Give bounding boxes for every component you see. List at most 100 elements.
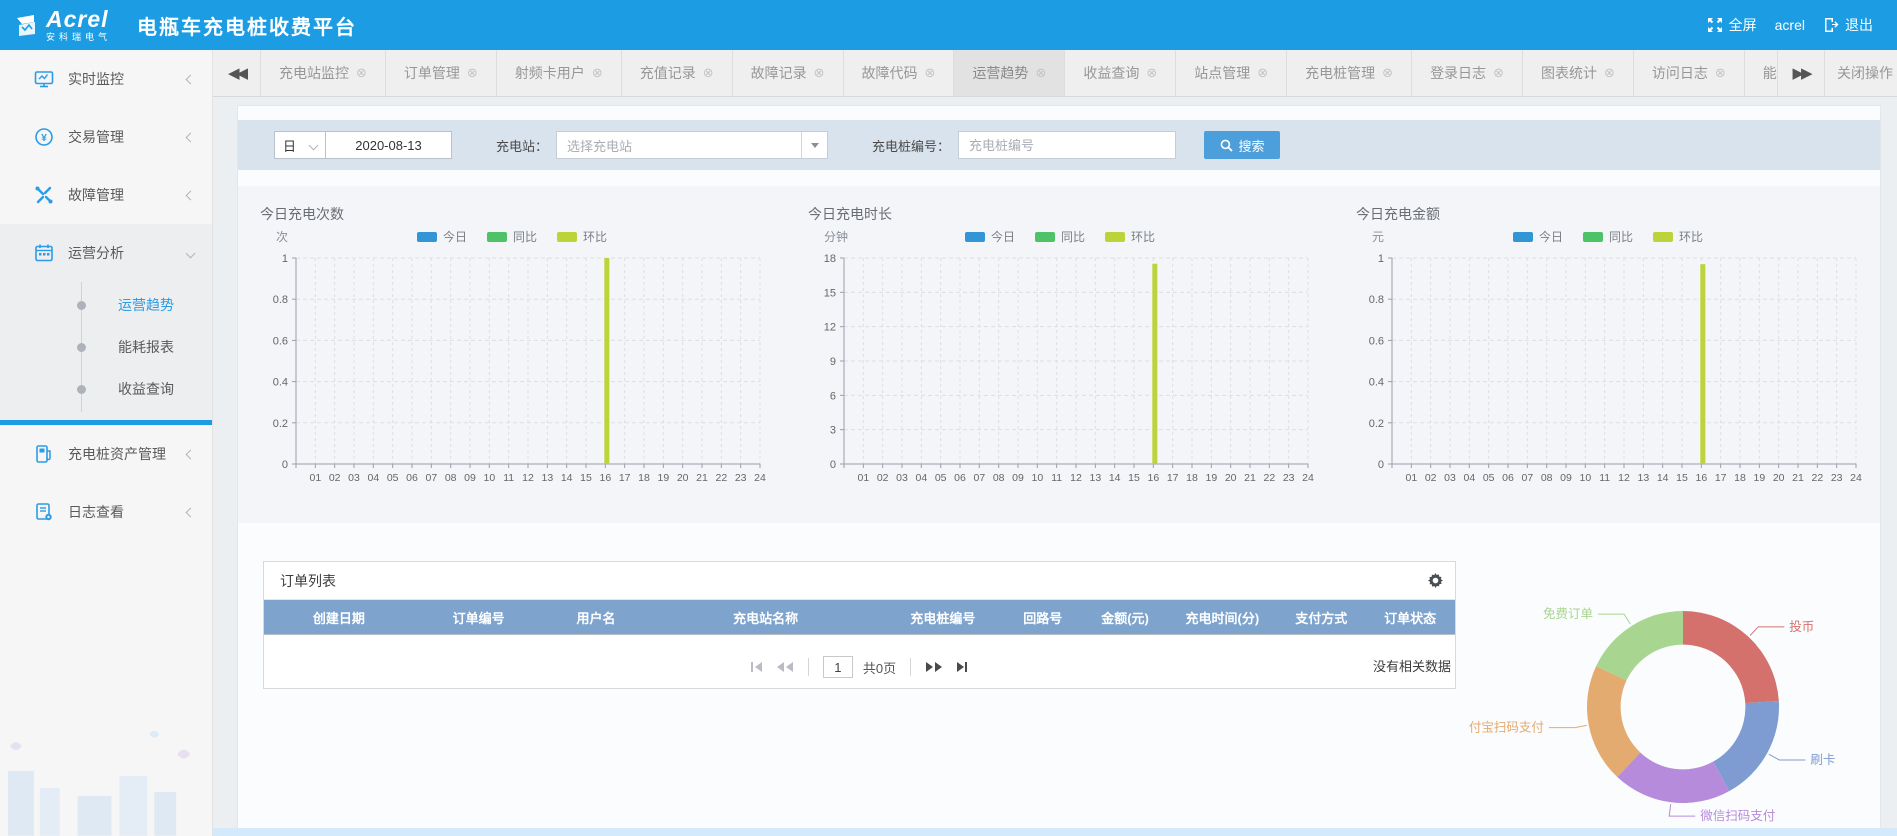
sidebar-item-交易管理[interactable]: ¥交易管理 [0,108,212,166]
period-select[interactable]: 日 [274,131,326,159]
tab-close-icon[interactable]: ⊗ [814,65,825,81]
tab-故障记录[interactable]: 故障记录 ⊗ [733,50,844,96]
sidebar-item-label: 故障管理 [68,185,124,205]
legend-item-今日[interactable]: 今日 [417,228,467,245]
sidebar-subitem-能耗报表[interactable]: 能耗报表 [0,326,212,368]
monitor-icon [34,69,54,89]
legend-swatch-icon [1583,232,1603,242]
tab-登录日志[interactable]: 登录日志 ⊗ [1412,50,1523,96]
tab-label: 故障记录 [751,63,807,83]
tab-close-icon[interactable]: ⊗ [1715,65,1726,81]
column-header-支付方式[interactable]: 支付方式 [1277,608,1365,627]
tab-label: 登录日志 [1430,63,1486,83]
sidebar-item-充电桩资产管理[interactable]: 充电桩资产管理 [0,425,212,483]
svg-text:03: 03 [348,472,360,484]
next-page-icon [925,661,943,673]
y-axis-unit: 次 [276,228,288,245]
svg-text:0.4: 0.4 [1369,377,1384,389]
column-header-创建日期[interactable]: 创建日期 [264,608,414,627]
tab-close-icon[interactable]: ⊗ [1493,65,1504,81]
tab-close-icon[interactable]: ⊗ [1257,65,1268,81]
sidebar-subitem-运营趋势[interactable]: 运营趋势 [0,284,212,326]
close-operations-menu[interactable]: 关闭操作 [1825,50,1897,96]
fullscreen-button[interactable]: 全屏 [1707,15,1757,35]
tab-close-icon[interactable]: ⊗ [1146,65,1157,81]
sidebar-submenu: 运营趋势能耗报表收益查询 [0,282,212,420]
tab-close-icon[interactable]: ⊗ [1604,65,1615,81]
tab-充值记录[interactable]: 充值记录⊗ [622,50,733,96]
svg-text:16: 16 [1147,472,1159,484]
legend-item-今日[interactable]: 今日 [1513,228,1563,245]
sidebar-item-运营分析[interactable]: 运营分析 [0,224,212,282]
date-input[interactable] [326,131,452,159]
tab-close-icon[interactable]: ⊗ [1382,65,1393,81]
next-page-button[interactable] [925,661,943,673]
tab-close-icon[interactable]: ⊗ [592,65,603,81]
legend-item-环比[interactable]: 环比 [1653,228,1703,245]
tab-close-icon[interactable]: ⊗ [703,65,714,81]
username-menu[interactable]: acrel [1775,17,1805,33]
station-placeholder: 选择充电站 [557,136,801,155]
filter-bar: 日 充电站： 选择充电站 充电桩编号： [238,120,1880,170]
tab-close-icon[interactable]: ⊗ [1035,65,1046,81]
tab-运营趋势[interactable]: 运营趋势⊗ [954,50,1065,96]
legend-item-环比[interactable]: 环比 [557,228,607,245]
select-arrow-zone[interactable] [801,132,827,158]
legend-item-同比[interactable]: 同比 [487,228,537,245]
order-list-panel: 订单列表 创建日期订单编号用户名充电站名称充电桩编号回路号金额(元)充电时间(分… [263,561,1456,689]
sidebar-item-实时监控[interactable]: 实时监控 [0,50,212,108]
svg-text:24: 24 [1850,472,1862,484]
tab-故障代码[interactable]: 故障代码⊗ [844,50,955,96]
column-header-用户名[interactable]: 用户名 [544,608,649,627]
tab-label: 订单管理 [404,63,460,83]
last-page-button[interactable] [953,661,969,673]
table-settings-button[interactable] [1428,573,1443,588]
search-button[interactable]: 搜索 [1204,131,1280,159]
svg-text:03: 03 [1444,472,1456,484]
sidebar-section: ¥交易管理 [0,108,212,166]
tab-站点管理[interactable]: 站点管理⊗ [1176,50,1287,96]
chart-title: 今日充电金额 [1334,196,1882,224]
tab-访问日志[interactable]: 访问日志⊗ [1634,50,1745,96]
column-header-回路号[interactable]: 回路号 [1003,608,1083,627]
station-select[interactable]: 选择充电站 [556,131,828,159]
tab-充电站监控[interactable]: 充电站监控⊗ [261,50,386,96]
svg-text:02: 02 [877,472,889,484]
tab-订单管理[interactable]: 订单管理 ⊗ [386,50,497,96]
bottom-scroll-strip[interactable] [213,828,1897,836]
tabs-scroll-right-button[interactable]: ▶▶ [1777,50,1825,96]
column-header-订单编号[interactable]: 订单编号 [414,608,544,627]
sidebar-subitem-收益查询[interactable]: 收益查询 [0,368,212,410]
tab-能耗报表[interactable]: 能耗报表⊗ [1745,50,1777,96]
tabs-scroll-left-button[interactable]: ◀◀ [213,50,261,96]
tab-图表统计[interactable]: 图表统计⊗ [1523,50,1634,96]
column-header-充电时间(分)[interactable]: 充电时间(分) [1167,608,1277,627]
prev-page-button[interactable] [776,661,794,673]
column-header-订单状态[interactable]: 订单状态 [1365,608,1455,627]
tab-收益查询[interactable]: 收益查询⊗ [1065,50,1176,96]
sidebar-menu: 实时监控¥交易管理故障管理运营分析运营趋势能耗报表收益查询充电桩资产管理日志查看 [0,50,212,541]
svg-text:08: 08 [993,472,1005,484]
tab-close-icon[interactable]: ⊗ [356,65,367,81]
first-page-button[interactable] [750,661,766,673]
pile-number-input[interactable] [958,131,1176,159]
column-header-充电桩编号[interactable]: 充电桩编号 [883,608,1003,627]
legend-label: 今日 [991,228,1015,245]
sidebar-item-故障管理[interactable]: 故障管理 [0,166,212,224]
svg-text:21: 21 [1792,472,1804,484]
tab-close-icon[interactable]: ⊗ [925,65,936,81]
chevron-left-icon [186,132,196,142]
legend-item-环比[interactable]: 环比 [1105,228,1155,245]
tab-close-icon[interactable]: ⊗ [467,65,478,81]
tab-充电桩管理[interactable]: 充电桩管理⊗ [1287,50,1412,96]
legend-item-同比[interactable]: 同比 [1583,228,1633,245]
sidebar-item-日志查看[interactable]: 日志查看 [0,483,212,541]
tab-射频卡用户[interactable]: 射频卡用户⊗ [497,50,622,96]
column-header-充电站名称[interactable]: 充电站名称 [648,608,883,627]
svg-text:04: 04 [1463,472,1475,484]
logout-button[interactable]: 退出 [1823,15,1873,35]
page-number-input[interactable] [823,656,853,678]
column-header-金额(元)[interactable]: 金额(元) [1083,608,1168,627]
legend-item-今日[interactable]: 今日 [965,228,1015,245]
legend-item-同比[interactable]: 同比 [1035,228,1085,245]
